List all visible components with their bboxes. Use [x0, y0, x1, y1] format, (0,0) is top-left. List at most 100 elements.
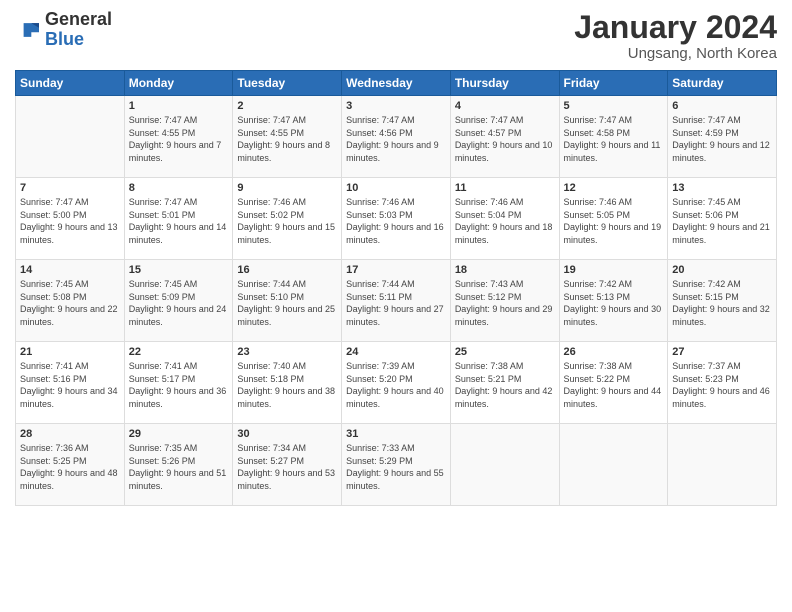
- header-row: SundayMondayTuesdayWednesdayThursdayFrid…: [16, 71, 777, 96]
- day-number: 24: [346, 346, 446, 358]
- calendar-cell: 13 Sunrise: 7:45 AMSunset: 5:06 PMDayligh…: [668, 178, 777, 260]
- cell-info: Sunrise: 7:36 AMSunset: 5:25 PMDaylight:…: [20, 443, 118, 491]
- calendar-cell: 27Sunrise: 7:37 AMSunset: 5:23 PMDayligh…: [668, 342, 777, 424]
- cell-info: Sunrise: 7:47 AMSunset: 4:58 PMDaylight:…: [564, 115, 661, 163]
- day-number: 12: [564, 182, 664, 194]
- cell-info: Sunrise: 7:47 AMSunset: 4:59 PMDaylight:…: [672, 115, 770, 163]
- header: General Blue January 2024 Ungsang, North…: [15, 10, 777, 62]
- calendar-cell: 10 Sunrise: 7:46 AMSunset: 5:03 PMDayligh…: [342, 178, 451, 260]
- day-number: 9: [237, 182, 337, 194]
- week-row-1: 7 Sunrise: 7:47 AMSunset: 5:00 PMDaylight…: [16, 178, 777, 260]
- cell-info: Sunrise: 7:38 AMSunset: 5:22 PMDaylight:…: [564, 361, 662, 409]
- calendar-cell: 28 Sunrise: 7:36 AMSunset: 5:25 PMDayligh…: [16, 424, 125, 506]
- cell-info: Sunrise: 7:45 AMSunset: 5:06 PMDaylight:…: [672, 197, 770, 245]
- calendar-cell: 6 Sunrise: 7:47 AMSunset: 4:59 PMDaylight…: [668, 96, 777, 178]
- cell-info: Sunrise: 7:45 AMSunset: 5:09 PMDaylight:…: [129, 279, 227, 327]
- calendar-cell: 24 Sunrise: 7:39 AMSunset: 5:20 PMDayligh…: [342, 342, 451, 424]
- cell-info: Sunrise: 7:47 AMSunset: 5:00 PMDaylight:…: [20, 197, 118, 245]
- page: General Blue January 2024 Ungsang, North…: [0, 0, 792, 612]
- day-number: 1: [129, 100, 229, 112]
- day-number: 2: [237, 100, 337, 112]
- cell-info: Sunrise: 7:35 AMSunset: 5:26 PMDaylight:…: [129, 443, 227, 491]
- calendar-cell: 9 Sunrise: 7:46 AMSunset: 5:02 PMDaylight…: [233, 178, 342, 260]
- logo-blue-text: Blue: [45, 30, 112, 50]
- calendar-cell: [559, 424, 668, 506]
- calendar-cell: 30Sunrise: 7:34 AMSunset: 5:27 PMDayligh…: [233, 424, 342, 506]
- logo-general-text: General: [45, 10, 112, 30]
- cell-info: Sunrise: 7:41 AMSunset: 5:17 PMDaylight:…: [129, 361, 227, 409]
- calendar-cell: 8 Sunrise: 7:47 AMSunset: 5:01 PMDaylight…: [124, 178, 233, 260]
- calendar-cell: 7 Sunrise: 7:47 AMSunset: 5:00 PMDaylight…: [16, 178, 125, 260]
- day-number: 14: [20, 264, 120, 276]
- day-number: 17: [346, 264, 446, 276]
- day-header-friday: Friday: [559, 71, 668, 96]
- logo-icon: [17, 20, 41, 40]
- location: Ungsang, North Korea: [574, 45, 777, 62]
- day-header-tuesday: Tuesday: [233, 71, 342, 96]
- calendar-cell: 17 Sunrise: 7:44 AMSunset: 5:11 PMDayligh…: [342, 260, 451, 342]
- day-number: 31: [346, 428, 446, 440]
- day-number: 25: [455, 346, 555, 358]
- cell-info: Sunrise: 7:39 AMSunset: 5:20 PMDaylight:…: [346, 361, 444, 409]
- cell-info: Sunrise: 7:33 AMSunset: 5:29 PMDaylight:…: [346, 443, 444, 491]
- week-row-2: 14 Sunrise: 7:45 AMSunset: 5:08 PMDayligh…: [16, 260, 777, 342]
- cell-info: Sunrise: 7:43 AMSunset: 5:12 PMDaylight:…: [455, 279, 553, 327]
- day-number: 13: [672, 182, 772, 194]
- day-number: 16: [237, 264, 337, 276]
- day-number: 29: [129, 428, 229, 440]
- calendar-cell: 11 Sunrise: 7:46 AMSunset: 5:04 PMDayligh…: [450, 178, 559, 260]
- day-number: 5: [564, 100, 664, 112]
- day-number: 30: [237, 428, 337, 440]
- week-row-4: 28 Sunrise: 7:36 AMSunset: 5:25 PMDayligh…: [16, 424, 777, 506]
- calendar-cell: 21Sunrise: 7:41 AMSunset: 5:16 PMDayligh…: [16, 342, 125, 424]
- cell-info: Sunrise: 7:46 AMSunset: 5:04 PMDaylight:…: [455, 197, 553, 245]
- calendar-cell: 3 Sunrise: 7:47 AMSunset: 4:56 PMDaylight…: [342, 96, 451, 178]
- cell-info: Sunrise: 7:45 AMSunset: 5:08 PMDaylight:…: [20, 279, 118, 327]
- calendar-cell: 20 Sunrise: 7:42 AMSunset: 5:15 PMDayligh…: [668, 260, 777, 342]
- calendar-cell: [16, 96, 125, 178]
- cell-info: Sunrise: 7:44 AMSunset: 5:11 PMDaylight:…: [346, 279, 444, 327]
- cell-info: Sunrise: 7:42 AMSunset: 5:15 PMDaylight:…: [672, 279, 770, 327]
- week-row-3: 21Sunrise: 7:41 AMSunset: 5:16 PMDayligh…: [16, 342, 777, 424]
- day-number: 10: [346, 182, 446, 194]
- calendar-cell: [668, 424, 777, 506]
- calendar-cell: 29 Sunrise: 7:35 AMSunset: 5:26 PMDayligh…: [124, 424, 233, 506]
- cell-info: Sunrise: 7:47 AMSunset: 5:01 PMDaylight:…: [129, 197, 227, 245]
- cell-info: Sunrise: 7:46 AMSunset: 5:02 PMDaylight:…: [237, 197, 335, 245]
- calendar-cell: 1 Sunrise: 7:47 AMSunset: 4:55 PMDaylight…: [124, 96, 233, 178]
- calendar-cell: 15Sunrise: 7:45 AMSunset: 5:09 PMDayligh…: [124, 260, 233, 342]
- logo-text: General Blue: [45, 10, 112, 50]
- cell-info: Sunrise: 7:41 AMSunset: 5:16 PMDaylight:…: [20, 361, 118, 409]
- day-header-sunday: Sunday: [16, 71, 125, 96]
- title-block: January 2024 Ungsang, North Korea: [574, 10, 777, 62]
- calendar-cell: 14 Sunrise: 7:45 AMSunset: 5:08 PMDayligh…: [16, 260, 125, 342]
- cell-info: Sunrise: 7:37 AMSunset: 5:23 PMDaylight:…: [672, 361, 770, 409]
- calendar-cell: 19Sunrise: 7:42 AMSunset: 5:13 PMDayligh…: [559, 260, 668, 342]
- day-number: 3: [346, 100, 446, 112]
- calendar-cell: 23Sunrise: 7:40 AMSunset: 5:18 PMDayligh…: [233, 342, 342, 424]
- day-header-thursday: Thursday: [450, 71, 559, 96]
- calendar-cell: 31 Sunrise: 7:33 AMSunset: 5:29 PMDayligh…: [342, 424, 451, 506]
- calendar-cell: 5 Sunrise: 7:47 AMSunset: 4:58 PMDaylight…: [559, 96, 668, 178]
- calendar-cell: 16 Sunrise: 7:44 AMSunset: 5:10 PMDayligh…: [233, 260, 342, 342]
- calendar-table: SundayMondayTuesdayWednesdayThursdayFrid…: [15, 70, 777, 506]
- day-header-monday: Monday: [124, 71, 233, 96]
- day-number: 20: [672, 264, 772, 276]
- day-number: 11: [455, 182, 555, 194]
- day-header-saturday: Saturday: [668, 71, 777, 96]
- cell-info: Sunrise: 7:46 AMSunset: 5:03 PMDaylight:…: [346, 197, 444, 245]
- cell-info: Sunrise: 7:47 AMSunset: 4:55 PMDaylight:…: [129, 115, 222, 163]
- calendar-cell: 22Sunrise: 7:41 AMSunset: 5:17 PMDayligh…: [124, 342, 233, 424]
- day-number: 8: [129, 182, 229, 194]
- cell-info: Sunrise: 7:44 AMSunset: 5:10 PMDaylight:…: [237, 279, 335, 327]
- calendar-cell: 26Sunrise: 7:38 AMSunset: 5:22 PMDayligh…: [559, 342, 668, 424]
- day-number: 4: [455, 100, 555, 112]
- week-row-0: 1 Sunrise: 7:47 AMSunset: 4:55 PMDaylight…: [16, 96, 777, 178]
- month-title: January 2024: [574, 10, 777, 45]
- calendar-cell: [450, 424, 559, 506]
- day-number: 28: [20, 428, 120, 440]
- cell-info: Sunrise: 7:47 AMSunset: 4:56 PMDaylight:…: [346, 115, 439, 163]
- day-number: 6: [672, 100, 772, 112]
- calendar-cell: 18Sunrise: 7:43 AMSunset: 5:12 PMDayligh…: [450, 260, 559, 342]
- day-number: 7: [20, 182, 120, 194]
